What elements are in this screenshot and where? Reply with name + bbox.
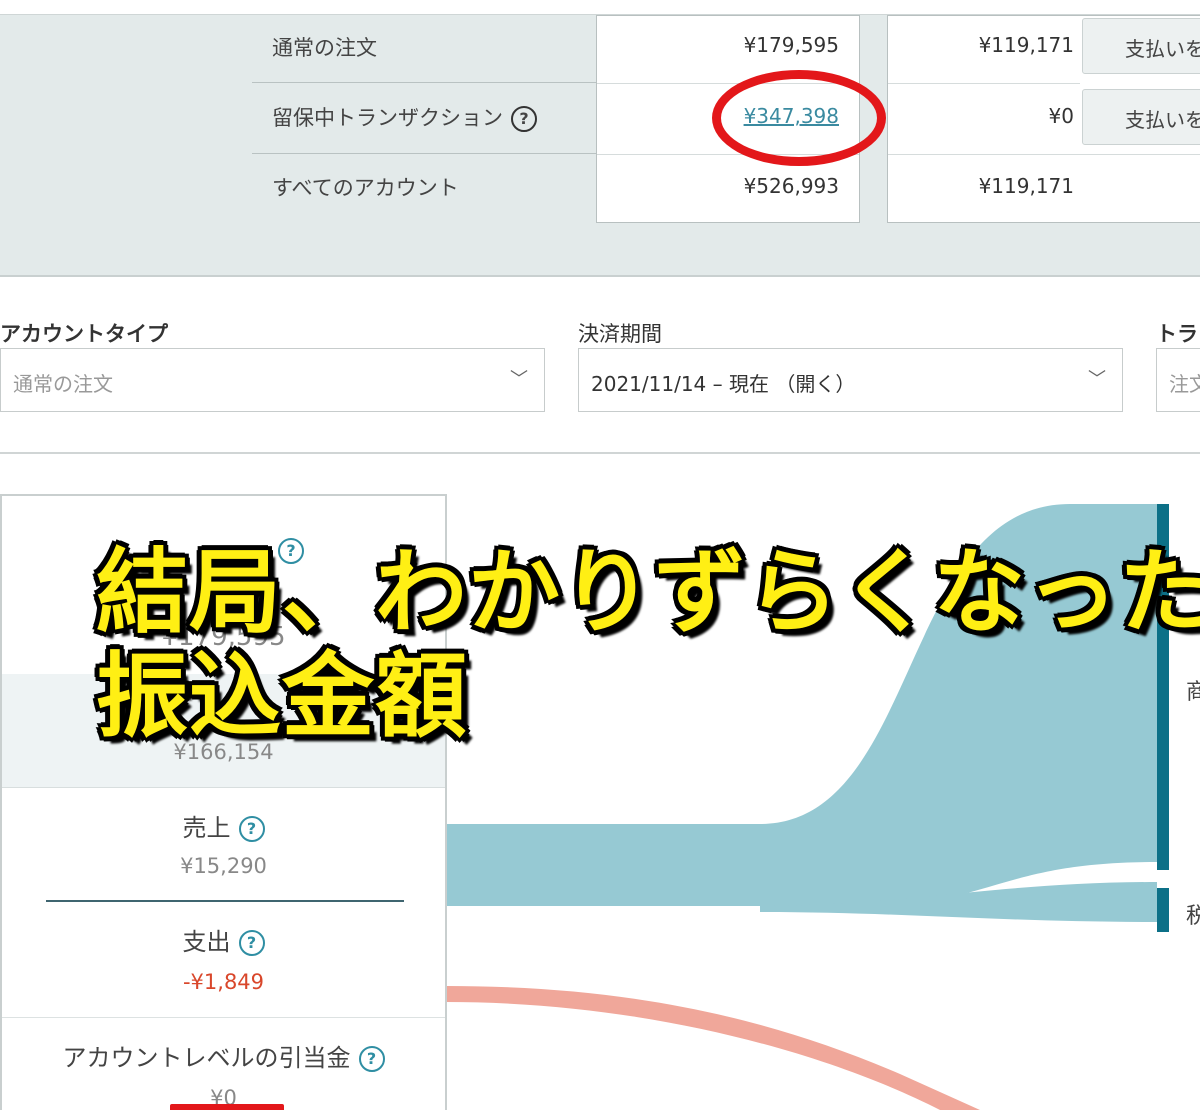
transaction-type-label: トラ bbox=[1156, 322, 1198, 346]
chevron-down-icon: ﹀ bbox=[510, 369, 528, 390]
sankey-node-tax bbox=[1157, 888, 1169, 932]
highlight-underline-annotation bbox=[170, 1104, 284, 1110]
expense-value: -¥1,849 bbox=[182, 970, 265, 994]
chevron-down-icon: ﹀ bbox=[1088, 369, 1106, 390]
question-circle-icon[interactable]: ? bbox=[511, 106, 537, 132]
amount-all-accounts: ¥526,993 bbox=[743, 174, 839, 198]
row-divider bbox=[2, 1017, 445, 1018]
payment-summary-panel: 通常の注文 留保中トランザクション? すべてのアカウント ¥179,595 ¥3… bbox=[0, 14, 1200, 277]
amount-standard-orders: ¥179,595 bbox=[743, 33, 839, 57]
row-label-standard-orders: 通常の注文 bbox=[272, 36, 377, 60]
transaction-type-select[interactable]: 注文 bbox=[1156, 348, 1200, 412]
request-payment-button[interactable]: 支払いを bbox=[1082, 18, 1200, 74]
row-label-all-accounts: すべてのアカウント bbox=[272, 176, 459, 200]
sales-value: ¥15,290 bbox=[180, 854, 267, 878]
settlement-period-label: 決済期間 bbox=[578, 322, 662, 346]
sankey-label-main: 商 bbox=[1186, 680, 1200, 705]
settlement-period-select[interactable]: 2021/11/14 – 現在 （開く） ﹀ bbox=[578, 348, 1123, 412]
payable-standard-orders: ¥119,171 bbox=[978, 33, 1074, 57]
account-type-label: アカウントタイプ bbox=[0, 322, 168, 346]
row-divider bbox=[252, 153, 598, 154]
row-divider bbox=[888, 83, 1080, 84]
question-circle-icon[interactable]: ? bbox=[358, 1046, 385, 1072]
sales-label: 売上? bbox=[2, 808, 445, 843]
account-reserve-label: アカウントレベルの引当金? bbox=[2, 1038, 445, 1073]
row-divider bbox=[888, 154, 1200, 155]
payable-all-accounts: ¥119,171 bbox=[978, 174, 1074, 198]
account-type-select[interactable]: 通常の注文 ﹀ bbox=[0, 348, 545, 412]
metrics-rule bbox=[46, 900, 404, 902]
request-payment-button-disabled[interactable]: 支払いを bbox=[1082, 89, 1200, 145]
question-circle-icon[interactable]: ? bbox=[238, 816, 265, 842]
highlight-circle-annotation bbox=[712, 70, 886, 166]
overlay-caption-line2: 振込金額 bbox=[96, 643, 469, 750]
question-circle-icon[interactable]: ? bbox=[238, 930, 265, 956]
row-divider bbox=[252, 82, 598, 83]
row-label-reserved-transactions: 留保中トランザクション? bbox=[272, 102, 537, 132]
sankey-flow-expense bbox=[446, 986, 980, 1110]
sankey-label-tax: 税 bbox=[1186, 904, 1200, 929]
expense-label: 支出? bbox=[2, 922, 445, 957]
payable-reserved: ¥0 bbox=[1048, 104, 1074, 128]
